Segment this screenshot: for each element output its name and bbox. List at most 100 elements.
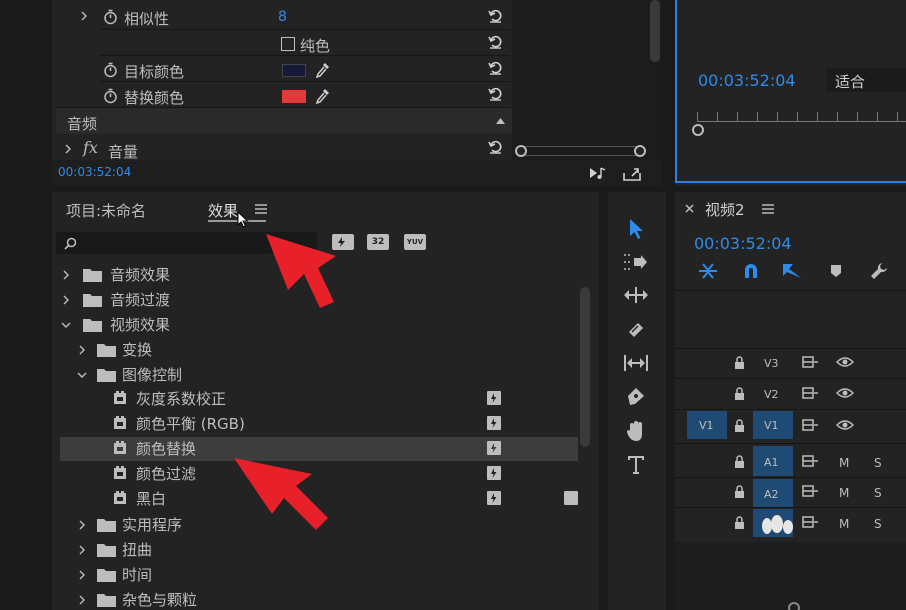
vertical-scrollbar[interactable]	[650, 0, 660, 62]
export-icon[interactable]	[621, 163, 643, 183]
effect-controls-timecode[interactable]: 00:03:52:04	[58, 165, 131, 179]
play-audio-icon[interactable]	[588, 164, 608, 182]
scroll-handle-left[interactable]	[515, 145, 527, 157]
reset-icon[interactable]	[486, 84, 504, 102]
chevron-right-icon[interactable]	[76, 342, 88, 358]
sync-lock-icon[interactable]	[801, 483, 819, 499]
tree-item-audio-transitions[interactable]: 音频过渡	[110, 289, 170, 310]
reset-icon[interactable]	[486, 32, 504, 50]
tree-item-gamma-correction[interactable]: 灰度系数校正	[136, 388, 226, 409]
yuv-filter-badge[interactable]: YUV	[404, 234, 426, 250]
effect-preset-icon	[112, 415, 128, 431]
tree-item-utility[interactable]: 实用程序	[122, 514, 182, 535]
eye-icon[interactable]	[835, 354, 855, 370]
tab-project[interactable]: 项目:未命名	[66, 200, 146, 221]
replace-color-swatch[interactable]	[282, 90, 306, 103]
chevron-down-icon[interactable]	[60, 317, 72, 333]
solid-color-label: 纯色	[300, 37, 331, 55]
type-tool-icon[interactable]	[624, 452, 648, 478]
tree-item-color-balance-rgb[interactable]: 颜色平衡 (RGB)	[136, 413, 245, 434]
sync-lock-icon[interactable]	[801, 417, 819, 433]
razor-tool-icon[interactable]	[624, 318, 648, 342]
timeline-title[interactable]: 视频2	[705, 199, 745, 220]
solo-button-a1[interactable]: S	[874, 456, 882, 470]
stopwatch-icon[interactable]	[102, 87, 118, 105]
track-select-tool-icon[interactable]	[622, 250, 650, 274]
solo-button-a3[interactable]: S	[874, 517, 882, 531]
chevron-right-icon[interactable]	[76, 592, 88, 608]
linked-selection-icon[interactable]	[779, 260, 805, 282]
tab-effects[interactable]: 效果	[208, 200, 238, 221]
lock-icon[interactable]	[732, 417, 746, 433]
eye-icon[interactable]	[835, 385, 855, 401]
effect-timeline-scroll-track[interactable]	[518, 146, 642, 156]
solid-color-checkbox[interactable]	[281, 37, 295, 51]
tree-item-distort[interactable]: 扭曲	[122, 539, 152, 560]
effects-vertical-scrollbar[interactable]	[580, 287, 590, 447]
panel-menu-icon[interactable]	[254, 202, 268, 216]
lock-icon[interactable]	[732, 483, 746, 499]
stopwatch-icon[interactable]	[102, 61, 118, 79]
lock-icon[interactable]	[732, 514, 746, 530]
timeline-zoom-handle[interactable]	[788, 602, 800, 610]
scroll-handle-right[interactable]	[634, 145, 646, 157]
chevron-right-icon[interactable]	[60, 267, 72, 283]
mute-button-a3[interactable]: M	[839, 517, 849, 531]
chevron-right-icon[interactable]	[60, 292, 72, 308]
tree-item-black-white[interactable]: 黑白	[136, 488, 166, 509]
timeline-timecode[interactable]: 00:03:52:04	[694, 234, 792, 253]
tree-item-audio-effects[interactable]: 音频效果	[110, 264, 170, 285]
slip-tool-icon[interactable]	[622, 352, 650, 374]
chevron-down-icon[interactable]	[76, 367, 88, 383]
reset-icon[interactable]	[486, 6, 504, 24]
add-marker-icon[interactable]	[828, 262, 844, 280]
tree-item-color-replace[interactable]: 颜色替换	[136, 438, 196, 459]
tree-item-time[interactable]: 时间	[122, 564, 152, 585]
lock-icon[interactable]	[732, 453, 746, 469]
red-arrow-annotation	[230, 454, 340, 536]
chevron-right-icon[interactable]	[76, 517, 88, 533]
lock-icon[interactable]	[732, 385, 746, 401]
playhead-handle[interactable]	[692, 124, 704, 136]
snap-magnet-icon[interactable]	[739, 260, 763, 282]
stopwatch-icon[interactable]	[102, 8, 118, 26]
sync-lock-icon[interactable]	[801, 453, 819, 469]
reset-icon[interactable]	[486, 58, 504, 76]
close-icon[interactable]	[683, 202, 695, 214]
eyedropper-icon[interactable]	[314, 60, 332, 80]
lock-icon[interactable]	[732, 354, 746, 370]
target-color-swatch[interactable]	[282, 64, 306, 77]
eye-icon[interactable]	[835, 417, 855, 433]
accelerated-badge-icon	[487, 416, 501, 430]
panel-menu-icon[interactable]	[761, 202, 775, 216]
selection-tool-icon[interactable]	[624, 216, 648, 242]
sync-lock-icon[interactable]	[801, 354, 819, 370]
program-timecode[interactable]: 00:03:52:04	[698, 71, 796, 90]
wrench-icon[interactable]	[868, 260, 890, 282]
tree-item-transform[interactable]: 变换	[122, 339, 152, 360]
effect-preset-icon	[112, 490, 128, 506]
chevron-right-icon[interactable]	[76, 542, 88, 558]
sync-lock-icon[interactable]	[801, 385, 819, 401]
reset-icon[interactable]	[486, 137, 504, 155]
playback-scrubber[interactable]	[697, 121, 906, 122]
similarity-value[interactable]: 8	[278, 9, 287, 25]
pen-tool-icon[interactable]	[624, 384, 648, 410]
tree-item-color-filter[interactable]: 颜色过滤	[136, 463, 196, 484]
eyedropper-icon[interactable]	[314, 86, 332, 106]
solo-button-a2[interactable]: S	[874, 486, 882, 500]
chevron-right-icon[interactable]	[62, 141, 74, 157]
nest-icon[interactable]	[695, 260, 721, 282]
chevron-right-icon[interactable]	[78, 8, 90, 24]
tree-item-image-control[interactable]: 图像控制	[122, 364, 182, 385]
sync-lock-icon[interactable]	[801, 514, 819, 530]
mute-button-a2[interactable]: M	[839, 486, 849, 500]
tree-item-noise-grain[interactable]: 杂色与颗粒	[122, 589, 197, 610]
chevron-right-icon[interactable]	[76, 567, 88, 583]
32bit-filter-badge[interactable]: 32	[367, 234, 389, 250]
tree-item-video-effects[interactable]: 视频效果	[110, 314, 170, 335]
ripple-edit-tool-icon[interactable]	[622, 284, 650, 306]
mute-button-a1[interactable]: M	[839, 456, 849, 470]
hand-tool-icon[interactable]	[624, 418, 648, 444]
collapse-up-icon[interactable]	[494, 116, 506, 126]
